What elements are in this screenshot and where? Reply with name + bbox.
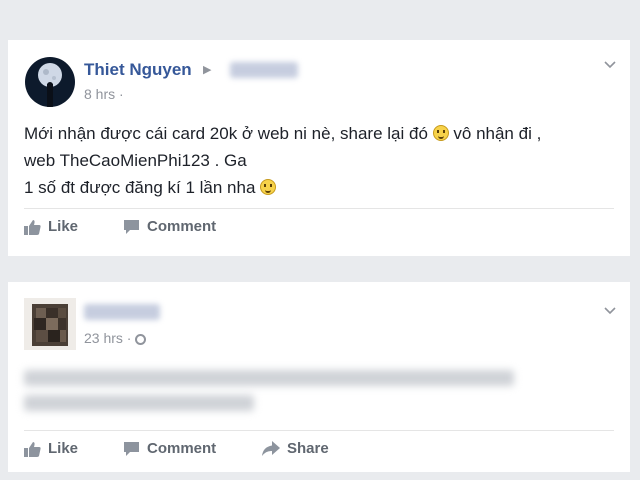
chevron-down-icon[interactable] bbox=[604, 58, 616, 70]
thumbs-up-icon bbox=[24, 441, 41, 457]
divider bbox=[24, 430, 614, 431]
like-button[interactable]: Like bbox=[24, 218, 78, 235]
share-button[interactable]: Share bbox=[262, 440, 329, 457]
feed-post: 23 hrs · Like Comment Share bbox=[8, 282, 630, 472]
post-timestamp[interactable]: 8 hrs · bbox=[84, 86, 124, 102]
comment-button[interactable]: Comment bbox=[123, 440, 216, 457]
like-button[interactable]: Like bbox=[24, 440, 78, 457]
thumbs-up-icon bbox=[24, 219, 41, 235]
post-text: Mới nhận được cái card 20k ở web ni nè, … bbox=[24, 124, 542, 197]
blurred-author-name bbox=[84, 304, 160, 320]
smile-emoji-icon bbox=[432, 125, 449, 141]
post-timestamp[interactable]: 23 hrs · bbox=[84, 330, 147, 346]
blurred-post-text bbox=[24, 370, 514, 386]
avatar[interactable] bbox=[25, 57, 75, 107]
blurred-target-name bbox=[230, 62, 298, 78]
comment-icon bbox=[124, 441, 139, 456]
globe-icon bbox=[135, 334, 147, 345]
post-author-name[interactable]: Thiet Nguyen bbox=[84, 60, 192, 80]
chevron-down-icon[interactable] bbox=[604, 304, 616, 316]
comment-icon bbox=[124, 219, 139, 234]
avatar[interactable] bbox=[24, 298, 76, 350]
triangle-right-icon: ▶ bbox=[203, 64, 212, 76]
comment-button[interactable]: Comment bbox=[123, 218, 216, 235]
divider bbox=[24, 208, 614, 209]
feed-post: Thiet Nguyen ▶ 8 hrs · Mới nhận được cái… bbox=[8, 40, 630, 256]
smile-emoji-icon bbox=[260, 179, 277, 195]
news-feed: Thiet Nguyen ▶ 8 hrs · Mới nhận được cái… bbox=[0, 0, 640, 480]
blurred-post-text bbox=[24, 395, 254, 411]
share-arrow-icon bbox=[262, 441, 280, 456]
